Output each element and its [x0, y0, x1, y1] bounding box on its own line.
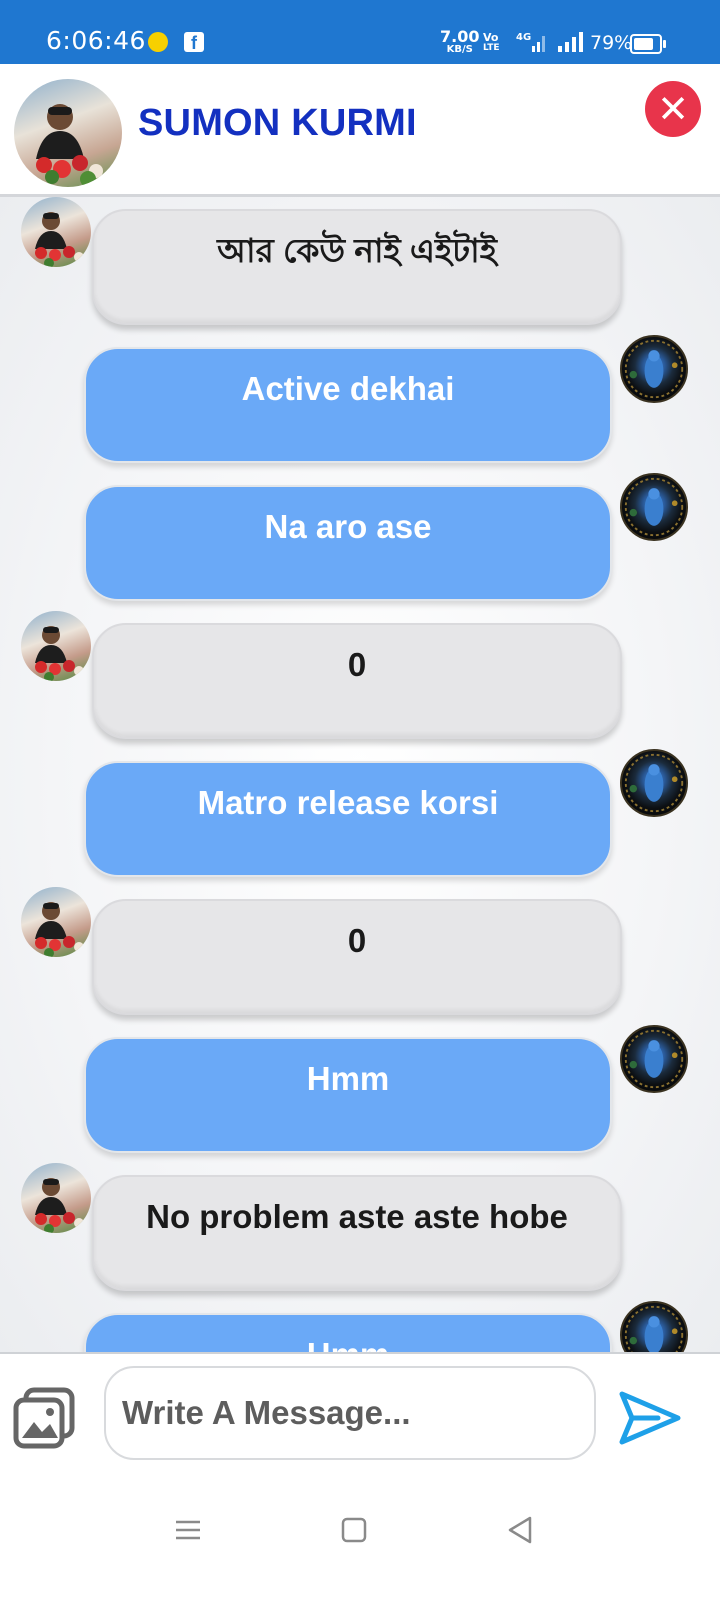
send-icon[interactable] [618, 1390, 682, 1446]
sender-avatar[interactable] [21, 197, 91, 267]
message-input[interactable] [104, 1366, 596, 1460]
message-text: Active dekhai [241, 370, 455, 407]
message-text: আর কেউ নাই এইটাই [217, 232, 497, 269]
snapchat-icon [148, 32, 168, 52]
my-avatar[interactable] [620, 335, 688, 403]
message-text: No problem aste aste hobe [146, 1198, 568, 1235]
message-text: 0 [347, 646, 367, 683]
outgoing-message[interactable]: Matro release korsi [84, 761, 612, 877]
contact-avatar[interactable] [14, 79, 122, 187]
my-photo [624, 339, 684, 399]
my-photo [624, 1029, 684, 1089]
incoming-message[interactable]: No problem aste aste hobe [92, 1175, 622, 1291]
outgoing-message[interactable]: Active dekhai [84, 347, 612, 463]
message-text: Na aro ase [264, 508, 432, 545]
my-avatar[interactable] [620, 473, 688, 541]
sender-photo [35, 212, 84, 267]
image-gallery-icon[interactable] [12, 1386, 76, 1450]
battery-percent: 79% [590, 32, 633, 54]
sender-photo [35, 626, 84, 681]
message-list[interactable]: আর কেউ নাই এইটাই Active dekhai Na aro ase 0… [0, 197, 720, 1352]
my-photo [624, 1305, 684, 1352]
home-icon[interactable] [334, 1510, 374, 1550]
menu-icon[interactable] [168, 1510, 208, 1550]
sender-avatar[interactable] [21, 887, 91, 957]
close-icon[interactable]: ✕ [645, 81, 701, 137]
system-nav-bar [0, 1480, 720, 1600]
network-speed: 7.00 KB/S [440, 27, 480, 56]
battery-fill [634, 38, 653, 50]
message-text: 0 [347, 922, 367, 959]
sender-photo [35, 902, 84, 957]
incoming-message[interactable]: 0 [92, 623, 622, 739]
volte-icon: Vo LTE [483, 32, 500, 54]
battery-icon [630, 34, 666, 54]
my-avatar[interactable] [620, 1301, 688, 1352]
sender-avatar[interactable] [21, 1163, 91, 1233]
facebook-icon: f [184, 32, 204, 53]
incoming-message[interactable]: 0 [92, 899, 622, 1015]
status-time: 6:06:46 [46, 26, 146, 55]
message-text: Hmm [86, 1315, 610, 1352]
message-text: Matro release korsi [197, 784, 499, 821]
volte-top: Vo [483, 31, 499, 44]
chat-header: SUMON KURMI ✕ [0, 64, 720, 197]
network-type: 4G [516, 32, 531, 43]
contact-photo [36, 104, 103, 187]
incoming-message[interactable]: আর কেউ নাই এইটাই [92, 209, 622, 325]
signal-icon [558, 32, 583, 52]
composer [0, 1352, 720, 1482]
outgoing-message[interactable]: Hmm [84, 1313, 612, 1352]
my-photo [624, 753, 684, 813]
sender-avatar[interactable] [21, 611, 91, 681]
contact-name: SUMON KURMI [138, 102, 417, 144]
outgoing-message[interactable]: Na aro ase [84, 485, 612, 601]
network-speed-value: 7.00 [440, 27, 480, 46]
message-text: Hmm [306, 1060, 390, 1097]
my-avatar[interactable] [620, 1025, 688, 1093]
volte-bottom: LTE [483, 43, 500, 53]
status-bar: 6:06:46 f 7.00 KB/S Vo LTE 4G 79% [0, 0, 720, 64]
outgoing-message[interactable]: Hmm [84, 1037, 612, 1153]
my-avatar[interactable] [620, 749, 688, 817]
4g-signal-icon: 4G [516, 32, 545, 52]
back-icon[interactable] [500, 1510, 540, 1550]
my-photo [624, 477, 684, 537]
sender-photo [35, 1178, 84, 1233]
